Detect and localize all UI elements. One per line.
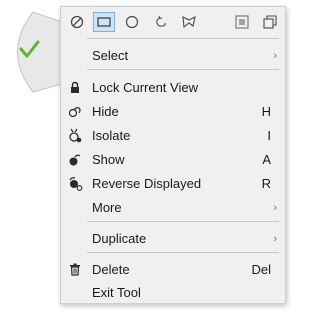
context-menu: Select › Lock Current View Hide H Isolat… [60,6,286,304]
chevron-right-icon: › [273,49,277,62]
hide-icon [67,104,83,120]
shortcut-label: A [262,152,271,167]
shortcut-label: Del [251,262,271,277]
menu-item-select[interactable]: Select › [61,44,285,67]
menu-item-label: More [92,200,122,215]
menu-item-label: Duplicate [92,231,147,246]
polygon-select-icon[interactable] [178,12,200,32]
show-icon [67,152,83,168]
menu-item-reverse-displayed[interactable]: Reverse Displayed R [61,172,285,195]
circle-select-icon[interactable] [121,12,143,32]
divider [87,221,279,222]
shortcut-label: I [267,128,271,143]
menu-item-label: Exit Tool [92,285,141,300]
menu-item-label: Reverse Displayed [92,176,202,191]
window-select-icon[interactable] [231,12,253,32]
menu-item-exit-tool[interactable]: Exit Tool [61,281,285,304]
isolate-icon [67,128,83,144]
chevron-right-icon: › [273,232,277,245]
divider [87,252,279,253]
shortcut-label: R [261,176,271,191]
menu-item-label: Delete [92,262,130,277]
selection-toolbar [61,7,285,37]
menu-item-label: Show [92,152,125,167]
menu-item-lock-current-view[interactable]: Lock Current View [61,76,285,99]
rectangle-select-icon[interactable] [93,12,115,32]
menu-item-delete[interactable]: Delete Del [61,258,285,281]
none-select-icon[interactable] [66,12,88,32]
menu-item-show[interactable]: Show A [61,148,285,171]
menu-item-label: Hide [92,104,119,119]
reverse-displayed-icon [67,176,83,192]
chevron-right-icon: › [273,201,277,214]
shortcut-label: H [261,104,271,119]
menu-item-more[interactable]: More › [61,196,285,219]
menu-item-label: Isolate [92,128,131,143]
trash-icon [67,262,83,278]
menu-item-label: Lock Current View [92,80,198,95]
menu-item-isolate[interactable]: Isolate I [61,124,285,147]
crossing-select-icon[interactable] [259,12,281,32]
menu-item-duplicate[interactable]: Duplicate › [61,227,285,250]
divider [87,69,279,70]
divider [87,38,279,39]
menu-item-label: Select [92,48,129,63]
lock-icon [67,80,83,96]
lasso-select-icon[interactable] [150,12,172,32]
menu-item-hide[interactable]: Hide H [61,100,285,123]
